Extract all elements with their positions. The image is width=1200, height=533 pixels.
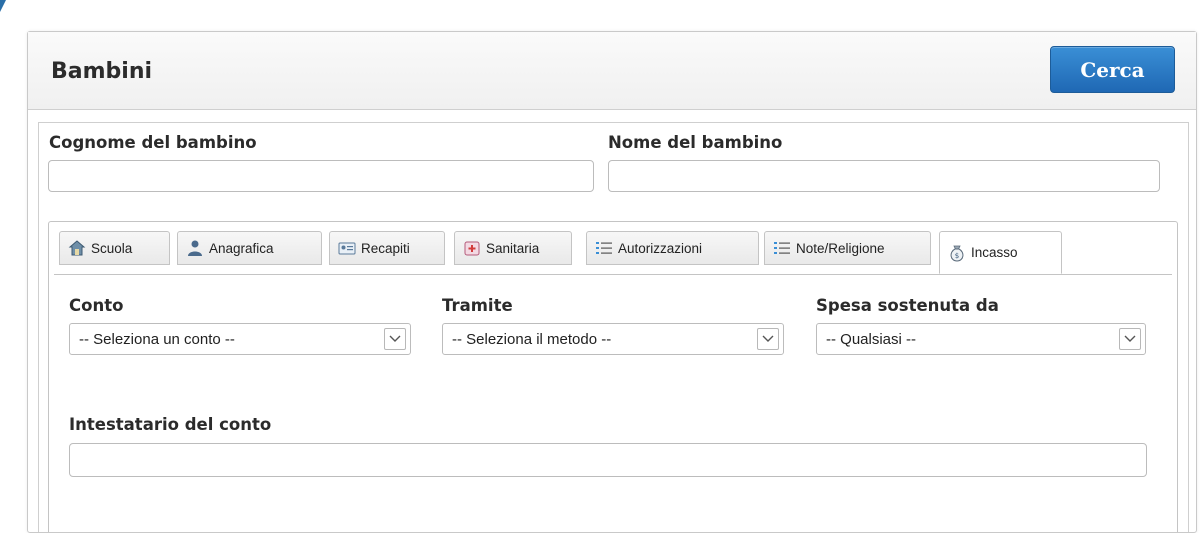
tab-label: Scuola — [91, 240, 133, 256]
tab-label: Autorizzazioni — [618, 240, 703, 256]
filter-body: Cognome del bambino Nome del bambino Scu… — [38, 122, 1189, 532]
tab-sanitaria[interactable]: Sanitaria — [454, 231, 572, 265]
tab-label: Recapiti — [361, 240, 410, 256]
svg-text:$: $ — [955, 252, 959, 260]
school-icon — [68, 239, 86, 257]
account-selected: -- Seleziona un conto -- — [79, 330, 235, 348]
chevron-down-icon[interactable] — [757, 328, 779, 350]
tab-label: Incasso — [971, 245, 1018, 260]
account-select[interactable]: -- Seleziona un conto -- — [69, 323, 411, 355]
medical-icon — [463, 239, 481, 257]
name-input[interactable] — [608, 160, 1160, 192]
chevron-down-icon[interactable] — [384, 328, 406, 350]
surname-label: Cognome del bambino — [49, 133, 257, 152]
list-icon — [595, 239, 613, 257]
tab-label: Sanitaria — [486, 240, 540, 256]
corner-accent — [0, 0, 6, 12]
list-icon — [773, 239, 791, 257]
tab-label: Anagrafica — [209, 240, 274, 256]
method-selected: -- Seleziona il metodo -- — [452, 330, 612, 348]
holder-label: Intestatario del conto — [69, 415, 272, 434]
expense-select[interactable]: -- Qualsiasi -- — [816, 323, 1146, 355]
search-button[interactable]: Cerca — [1050, 46, 1175, 93]
name-label: Nome del bambino — [608, 133, 783, 152]
expense-selected: -- Qualsiasi -- — [826, 330, 917, 348]
account-label: Conto — [69, 296, 124, 315]
tab-incasso[interactable]: $ Incasso — [939, 231, 1062, 274]
expense-label: Spesa sostenuta da — [816, 296, 999, 315]
person-icon — [186, 239, 204, 257]
method-label: Tramite — [442, 296, 513, 315]
contact-card-icon — [338, 239, 356, 257]
chevron-down-icon[interactable] — [1119, 328, 1141, 350]
tab-label: Note/Religione — [796, 240, 885, 256]
tab-autorizzazioni[interactable]: Autorizzazioni — [586, 231, 759, 265]
tab-recapiti[interactable]: Recapiti — [329, 231, 445, 265]
panel-header: Bambini Cerca — [28, 32, 1196, 110]
method-select[interactable]: -- Seleziona il metodo -- — [442, 323, 784, 355]
surname-input[interactable] — [48, 160, 594, 192]
tab-scuola[interactable]: Scuola — [59, 231, 170, 265]
tab-note-religione[interactable]: Note/Religione — [764, 231, 931, 265]
money-bag-icon: $ — [948, 244, 966, 262]
tab-content-border — [54, 274, 1172, 275]
tab-anagrafica[interactable]: Anagrafica — [177, 231, 322, 265]
page-title: Bambini — [51, 59, 153, 84]
holder-input[interactable] — [69, 443, 1147, 477]
tabs-container: Scuola Anagrafica Recapiti Sanitaria Aut… — [48, 221, 1178, 532]
search-panel: Bambini Cerca Cognome del bambino Nome d… — [27, 31, 1197, 533]
